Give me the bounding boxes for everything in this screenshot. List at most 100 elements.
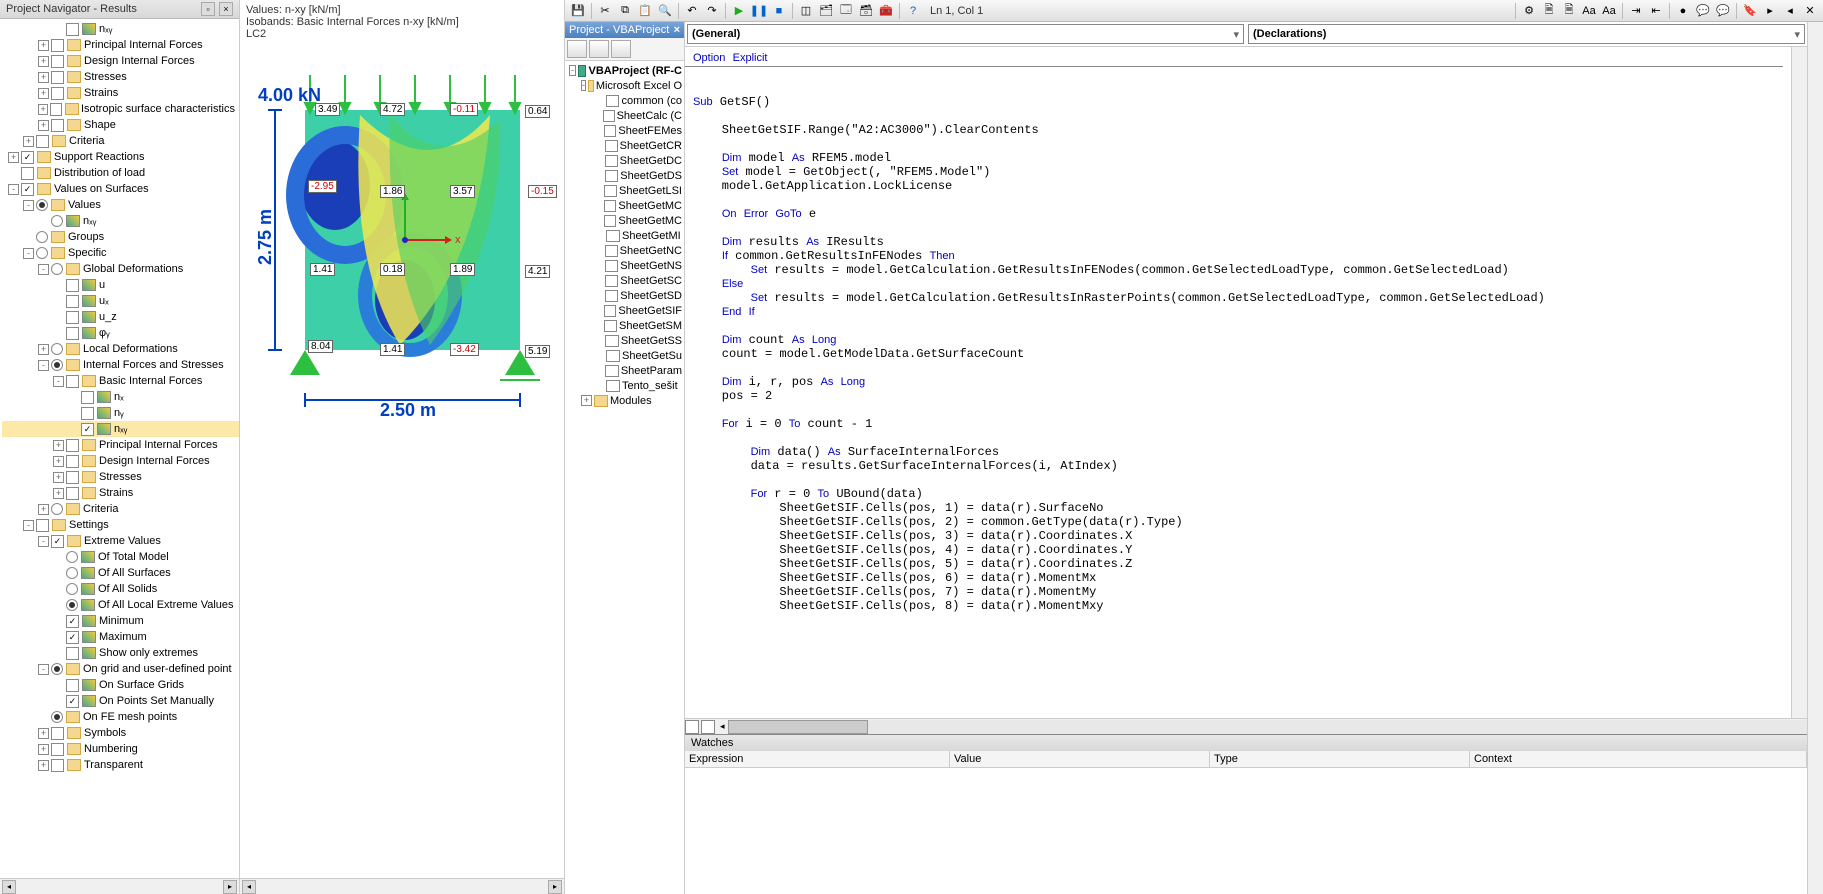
project-tree-item[interactable]: SheetGetCR bbox=[567, 138, 682, 153]
code-hscroll[interactable]: ◂ bbox=[685, 718, 1807, 734]
checkbox-icon[interactable] bbox=[66, 375, 79, 388]
checkbox-icon[interactable] bbox=[51, 759, 64, 772]
project-tree-item[interactable]: -Microsoft Excel O bbox=[567, 78, 682, 93]
project-tree[interactable]: -VBAProject (RF-C-Microsoft Excel Ocommo… bbox=[565, 61, 684, 894]
full-view-icon[interactable] bbox=[701, 720, 715, 734]
outdent-icon[interactable]: ⇤ bbox=[1647, 2, 1665, 20]
project-tree-item[interactable]: SheetGetMC bbox=[567, 213, 682, 228]
radio-icon[interactable] bbox=[36, 231, 48, 243]
tree-item[interactable]: Of All Surfaces bbox=[2, 565, 239, 581]
tool-icon[interactable]: Aa bbox=[1580, 2, 1598, 20]
properties-icon[interactable]: 🗔 bbox=[837, 2, 855, 20]
checkbox-icon[interactable]: ✓ bbox=[21, 183, 34, 196]
expand-icon[interactable]: + bbox=[38, 56, 49, 67]
tree-item[interactable]: uₓ bbox=[2, 293, 239, 309]
watches-body[interactable] bbox=[685, 768, 1807, 894]
scroll-left-icon[interactable]: ◂ bbox=[242, 880, 256, 894]
tree-item[interactable]: ✓Maximum bbox=[2, 629, 239, 645]
expand-icon[interactable]: + bbox=[38, 104, 48, 115]
run-icon[interactable]: ▶ bbox=[730, 2, 748, 20]
tree-item[interactable]: nₓᵧ bbox=[2, 21, 239, 37]
tree-item[interactable]: Distribution of load bbox=[2, 165, 239, 181]
radio-icon[interactable] bbox=[36, 199, 48, 211]
close-button[interactable]: × bbox=[219, 2, 233, 16]
watch-col-value[interactable]: Value bbox=[950, 751, 1210, 767]
view-object-icon[interactable] bbox=[589, 40, 609, 58]
copy-icon[interactable]: ⧉ bbox=[616, 2, 634, 20]
checkbox-icon[interactable] bbox=[66, 455, 79, 468]
radio-icon[interactable] bbox=[51, 359, 63, 371]
scroll-right-icon[interactable]: ▸ bbox=[223, 880, 237, 894]
project-tree-item[interactable]: SheetGetSS bbox=[567, 333, 682, 348]
toggle-folders-icon[interactable] bbox=[611, 40, 631, 58]
expand-icon[interactable]: + bbox=[38, 120, 49, 131]
expand-icon[interactable]: + bbox=[53, 488, 64, 499]
radio-icon[interactable] bbox=[51, 711, 63, 723]
indent-icon[interactable]: ⇥ bbox=[1627, 2, 1645, 20]
expand-icon[interactable]: + bbox=[8, 152, 19, 163]
tree-item[interactable]: +Criteria bbox=[2, 133, 239, 149]
project-tree-item[interactable]: SheetGetDS bbox=[567, 168, 682, 183]
project-tree-item[interactable]: SheetGetSC bbox=[567, 273, 682, 288]
tree-item[interactable]: +Stresses bbox=[2, 469, 239, 485]
checkbox-icon[interactable] bbox=[81, 407, 94, 420]
tree-item[interactable]: -Internal Forces and Stresses bbox=[2, 357, 239, 373]
radio-icon[interactable] bbox=[66, 599, 78, 611]
checkbox-icon[interactable]: ✓ bbox=[66, 615, 79, 628]
tree-item[interactable]: nᵧ bbox=[2, 405, 239, 421]
checkbox-icon[interactable]: ✓ bbox=[21, 151, 34, 164]
expand-icon[interactable]: + bbox=[53, 456, 64, 467]
tree-item[interactable]: -Basic Internal Forces bbox=[2, 373, 239, 389]
expand-icon[interactable]: - bbox=[23, 200, 34, 211]
comment-icon[interactable]: 💬 bbox=[1694, 2, 1712, 20]
project-tree-item[interactable]: SheetGetDC bbox=[567, 153, 682, 168]
expand-icon[interactable]: + bbox=[581, 395, 592, 406]
pin-button[interactable]: ▫ bbox=[201, 2, 215, 16]
checkbox-icon[interactable] bbox=[51, 55, 64, 68]
tree-item[interactable]: +Numbering bbox=[2, 741, 239, 757]
tree-item[interactable]: +✓Support Reactions bbox=[2, 149, 239, 165]
checkbox-icon[interactable] bbox=[66, 327, 79, 340]
radio-icon[interactable] bbox=[66, 551, 78, 563]
checkbox-icon[interactable] bbox=[66, 471, 79, 484]
watch-col-expression[interactable]: Expression bbox=[685, 751, 950, 767]
tree-item[interactable]: +Symbols bbox=[2, 725, 239, 741]
expand-icon[interactable]: - bbox=[8, 184, 19, 195]
tree-item[interactable]: +Local Deformations bbox=[2, 341, 239, 357]
checkbox-icon[interactable] bbox=[51, 727, 64, 740]
tool-icon[interactable]: 🗎 bbox=[1540, 2, 1558, 20]
tree-item[interactable]: Of All Solids bbox=[2, 581, 239, 597]
tree-item[interactable]: -✓Extreme Values bbox=[2, 533, 239, 549]
tree-item[interactable]: -On grid and user-defined point bbox=[2, 661, 239, 677]
checkbox-icon[interactable] bbox=[66, 279, 79, 292]
tool-icon[interactable]: ⚙ bbox=[1520, 2, 1538, 20]
tree-item[interactable]: -Settings bbox=[2, 517, 239, 533]
tree-item[interactable]: Groups bbox=[2, 229, 239, 245]
expand-icon[interactable]: + bbox=[38, 40, 49, 51]
expand-icon[interactable]: - bbox=[38, 664, 49, 675]
navigator-tree[interactable]: nₓᵧ+Principal Internal Forces+Design Int… bbox=[0, 19, 239, 878]
cut-icon[interactable]: ✂ bbox=[596, 2, 614, 20]
expand-icon[interactable]: + bbox=[23, 136, 34, 147]
checkbox-icon[interactable] bbox=[66, 487, 79, 500]
tree-item[interactable]: ✓On Points Set Manually bbox=[2, 693, 239, 709]
code-editor[interactable]: Option Explicit Sub GetSF() SheetGetSIF.… bbox=[685, 47, 1791, 718]
checkbox-icon[interactable] bbox=[51, 39, 64, 52]
checkbox-icon[interactable] bbox=[81, 391, 94, 404]
radio-icon[interactable] bbox=[66, 567, 78, 579]
radio-icon[interactable] bbox=[51, 503, 63, 515]
radio-icon[interactable] bbox=[51, 215, 63, 227]
project-tree-item[interactable]: SheetGetSD bbox=[567, 288, 682, 303]
find-icon[interactable]: 🔍 bbox=[656, 2, 674, 20]
tree-item[interactable]: Show only extremes bbox=[2, 645, 239, 661]
expand-icon[interactable]: - bbox=[569, 65, 576, 76]
radio-icon[interactable] bbox=[51, 263, 63, 275]
tree-item[interactable]: -Values bbox=[2, 197, 239, 213]
project-tree-item[interactable]: SheetGetSM bbox=[567, 318, 682, 333]
project-tree-item[interactable]: SheetGetNS bbox=[567, 258, 682, 273]
project-tree-item[interactable]: SheetGetMC bbox=[567, 198, 682, 213]
project-tree-item[interactable]: +Modules bbox=[567, 393, 682, 408]
tree-item[interactable]: +Principal Internal Forces bbox=[2, 437, 239, 453]
checkbox-icon[interactable] bbox=[66, 439, 79, 452]
checkbox-icon[interactable] bbox=[21, 167, 34, 180]
